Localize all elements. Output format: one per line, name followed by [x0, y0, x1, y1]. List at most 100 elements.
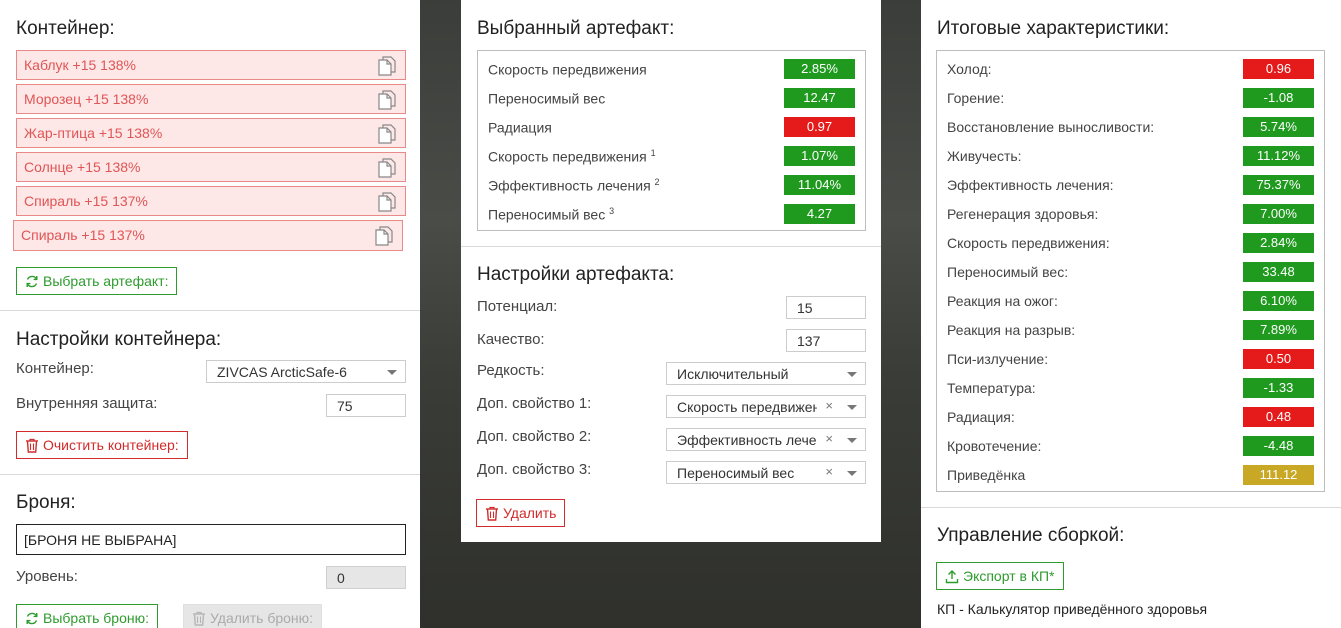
- copy-icon[interactable]: [377, 89, 397, 110]
- right-panel: Итоговые характеристики: Холод: 0.96 Горе…: [921, 0, 1341, 628]
- extra3-select[interactable]: Переносимый вес ×: [666, 461, 866, 484]
- total-label: Кровотечение:: [947, 438, 1042, 454]
- refresh-icon: [26, 612, 38, 625]
- container-item-dragging[interactable]: Спираль +15 137%: [13, 220, 403, 251]
- copy-icon[interactable]: [377, 123, 397, 144]
- container-item-label: Спираль +15 137%: [24, 193, 148, 209]
- select-artifact-button[interactable]: Выбрать артефакт:: [16, 267, 178, 295]
- extra1-label: Доп. свойство 1:: [477, 395, 592, 412]
- copy-icon[interactable]: [377, 55, 397, 76]
- total-row: Живучесть: 11.12%: [947, 146, 1314, 166]
- container-item[interactable]: Морозец +15 138%: [16, 84, 406, 114]
- delete-artifact-button[interactable]: Удалить: [476, 499, 566, 527]
- stat-value: 4.27: [784, 204, 855, 224]
- protection-input[interactable]: 75: [326, 394, 406, 417]
- stat-label: Скорость передвижения: [488, 61, 647, 78]
- total-row: Переносимый вес: 33.48: [947, 262, 1314, 282]
- container-item-label: Жар-птица +15 138%: [24, 125, 163, 141]
- clear-icon[interactable]: ×: [825, 398, 833, 413]
- stat-row: Эффективность лечения 2 11.04%: [488, 175, 855, 195]
- copy-icon[interactable]: [374, 225, 394, 246]
- select-armor-button[interactable]: Выбрать броню:: [16, 604, 158, 628]
- total-label: Восстановление выносливости:: [947, 119, 1155, 135]
- export-label: Экспорт в КП*: [963, 568, 1055, 584]
- clear-container-button[interactable]: Очистить контейнер:: [16, 431, 188, 459]
- total-value: 75.37%: [1243, 175, 1314, 195]
- total-row: Кровотечение: -4.48: [947, 436, 1314, 456]
- clear-container-label: Очистить контейнер:: [43, 437, 179, 453]
- stat-value: 12.47: [784, 88, 855, 108]
- extra3-label: Доп. свойство 3:: [477, 461, 592, 478]
- container-item-label: Каблук +15 138%: [24, 57, 136, 73]
- total-row: Эффективность лечения: 75.37%: [947, 175, 1314, 195]
- stat-row: Переносимый вес 12.47: [488, 88, 855, 108]
- stat-label: Переносимый вес: [488, 90, 606, 107]
- container-settings-title: Настройки контейнера:: [16, 329, 222, 350]
- clear-icon[interactable]: ×: [825, 464, 833, 479]
- armor-level-input[interactable]: 0: [326, 566, 406, 589]
- stat-value: 2.85%: [784, 59, 855, 79]
- total-label: Живучесть:: [947, 148, 1022, 164]
- divider: [0, 310, 420, 311]
- copy-icon[interactable]: [377, 191, 397, 212]
- chevron-down-icon: [847, 471, 857, 476]
- selected-artifact-stats: Скорость передвижения 2.85% Переносимый в…: [477, 50, 866, 231]
- chevron-down-icon: [847, 405, 857, 410]
- potential-input[interactable]: 15: [786, 296, 866, 319]
- extra2-select[interactable]: Эффективность лечения ×: [666, 428, 866, 451]
- total-label: Приведёнка: [947, 467, 1026, 483]
- upload-icon: [945, 570, 959, 584]
- artifact-settings-title: Настройки артефакта:: [477, 264, 675, 285]
- total-label: Переносимый вес:: [947, 264, 1069, 280]
- total-value: -4.48: [1243, 436, 1314, 456]
- container-item[interactable]: Жар-птица +15 138%: [16, 118, 406, 148]
- selected-artifact-title: Выбранный артефакт:: [477, 18, 675, 39]
- quality-input[interactable]: 137: [786, 329, 866, 352]
- stat-row: Переносимый вес 3 4.27: [488, 204, 855, 224]
- total-row: Регенерация здоровья: 7.00%: [947, 204, 1314, 224]
- quality-label: Качество:: [477, 331, 545, 348]
- rarity-select[interactable]: Исключительный: [666, 362, 866, 385]
- delete-armor-button[interactable]: Удалить броню:: [183, 604, 323, 628]
- rarity-label: Редкость:: [477, 362, 545, 379]
- left-panel: Контейнер: Каблук +15 138% Морозец +15 1…: [0, 0, 420, 628]
- stat-row: Скорость передвижения 2.85%: [488, 59, 855, 79]
- container-item-label: Спираль +15 137%: [21, 227, 145, 243]
- total-row: Приведёнка 111.12: [947, 465, 1314, 485]
- extra3-select-value: Переносимый вес: [677, 465, 795, 481]
- container-item-label: Морозец +15 138%: [24, 91, 149, 107]
- extra2-select-value: Эффективность лечения: [677, 432, 817, 448]
- export-button[interactable]: Экспорт в КП*: [936, 562, 1064, 590]
- total-row: Холод: 0.96: [947, 59, 1314, 79]
- armor-field[interactable]: [БРОНЯ НЕ ВЫБРАНА]: [16, 524, 406, 555]
- total-value: 0.50: [1243, 349, 1314, 369]
- total-row: Восстановление выносливости: 5.74%: [947, 117, 1314, 137]
- total-value: -1.08: [1243, 88, 1314, 108]
- total-value: 7.89%: [1243, 320, 1314, 340]
- armor-level-label: Уровень:: [16, 568, 78, 585]
- extra1-select[interactable]: Скорость передвижения ×: [666, 395, 866, 418]
- clear-icon[interactable]: ×: [825, 431, 833, 446]
- container-item[interactable]: Спираль +15 137%: [16, 186, 406, 216]
- stat-row: Скорость передвижения 1 1.07%: [488, 146, 855, 166]
- container-item[interactable]: Солнце +15 138%: [16, 152, 406, 182]
- container-label: Контейнер:: [16, 360, 94, 377]
- chevron-down-icon: [387, 370, 397, 375]
- stat-value: 0.97: [784, 117, 855, 137]
- total-value: 33.48: [1243, 262, 1314, 282]
- build-title: Управление сборкой:: [937, 525, 1125, 546]
- total-label: Реакция на разрыв:: [947, 322, 1076, 338]
- total-value: 7.00%: [1243, 204, 1314, 224]
- divider: [921, 507, 1341, 508]
- stat-value: 1.07%: [784, 146, 855, 166]
- container-select[interactable]: ZIVCAS ArcticSafe-6: [206, 360, 406, 383]
- armor-title: Броня:: [16, 492, 76, 513]
- total-value: 2.84%: [1243, 233, 1314, 253]
- total-row: Реакция на ожог: 6.10%: [947, 291, 1314, 311]
- build-note: КП - Калькулятор приведённого здоровья: [937, 601, 1208, 617]
- stat-label: Радиация: [488, 119, 552, 136]
- copy-icon[interactable]: [377, 157, 397, 178]
- container-item[interactable]: Каблук +15 138%: [16, 50, 406, 80]
- total-label: Эффективность лечения:: [947, 177, 1114, 193]
- stat-label: Переносимый вес 3: [488, 206, 615, 223]
